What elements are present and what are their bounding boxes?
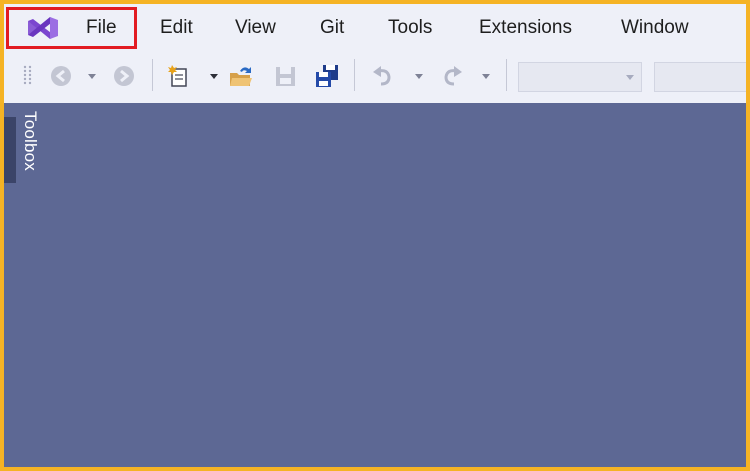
file-menu-highlight: [6, 7, 137, 49]
redo-icon[interactable]: [439, 63, 465, 89]
toolbar-grip-icon[interactable]: [22, 63, 34, 89]
menu-tools[interactable]: Tools: [388, 17, 432, 39]
toolbox-tab[interactable]: Toolbox: [18, 111, 42, 201]
back-dropdown-icon[interactable]: [85, 63, 99, 89]
standard-toolbar: [4, 51, 746, 103]
toolbar-separator: [506, 59, 507, 91]
undo-icon[interactable]: [370, 63, 396, 89]
menu-window[interactable]: Window: [621, 17, 689, 39]
save-all-icon[interactable]: [314, 63, 340, 89]
menu-edit[interactable]: Edit: [160, 17, 193, 39]
navigate-back-icon[interactable]: [48, 63, 74, 89]
menu-git[interactable]: Git: [320, 17, 344, 39]
menu-view[interactable]: View: [235, 17, 276, 39]
editor-workspace: [44, 103, 746, 467]
redo-dropdown-icon[interactable]: [479, 63, 493, 89]
toolbar-separator: [354, 59, 355, 91]
chevron-down-icon: [626, 75, 634, 80]
open-folder-icon[interactable]: [228, 63, 254, 89]
menu-bar: File Edit View Git Tools Extensions Wind…: [4, 4, 746, 51]
undo-dropdown-icon[interactable]: [412, 63, 426, 89]
navigate-forward-icon[interactable]: [111, 63, 137, 89]
new-project-dropdown-icon[interactable]: [207, 63, 221, 89]
toolbox-label: Toolbox: [21, 111, 40, 171]
new-project-icon[interactable]: [167, 63, 193, 89]
ide-window: File Edit View Git Tools Extensions Wind…: [4, 4, 746, 467]
toolbox-tab-marker[interactable]: [4, 117, 16, 183]
menu-extensions[interactable]: Extensions: [479, 17, 572, 39]
solution-configuration-combo[interactable]: [518, 62, 642, 92]
solution-platform-combo[interactable]: [654, 62, 746, 92]
save-icon[interactable]: [273, 63, 299, 89]
toolbar-separator: [152, 59, 153, 91]
